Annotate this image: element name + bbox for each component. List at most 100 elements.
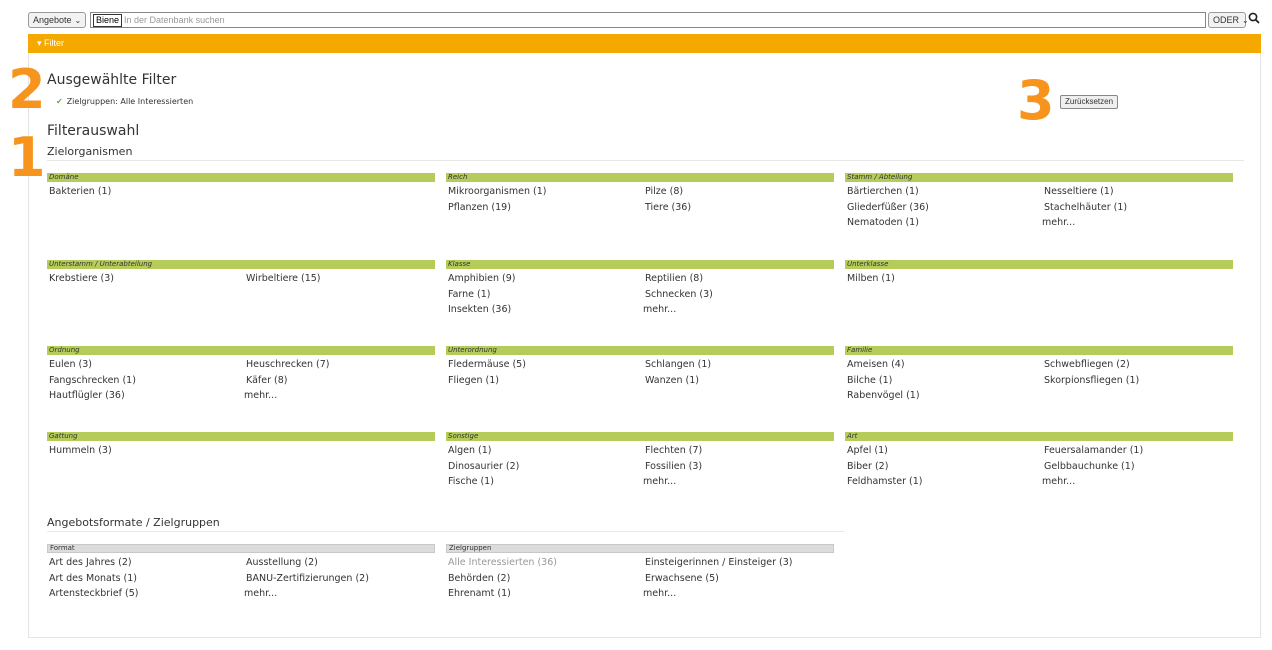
more-link[interactable]: mehr... <box>643 588 676 599</box>
annotation-number-3: 3 <box>1017 69 1055 132</box>
search-placeholder: In der Datenbank suchen <box>124 15 225 25</box>
filter-option[interactable]: Algen (1) <box>448 445 492 456</box>
filter-group-header: Unterordnung <box>446 346 834 355</box>
filter-option[interactable]: Apfel (1) <box>847 445 888 456</box>
filter-toggle-bar[interactable]: ▾ Filter <box>28 34 1261 53</box>
filter-toggle-label: ▾ Filter <box>37 38 65 48</box>
filter-option[interactable]: Feldhamster (1) <box>847 476 922 487</box>
more-link[interactable]: mehr... <box>1042 217 1075 228</box>
filter-group-header: Sonstige <box>446 432 834 441</box>
filter-group-header: Reich <box>446 173 834 182</box>
filter-option[interactable]: Biber (2) <box>847 461 888 472</box>
filter-option[interactable]: Milben (1) <box>847 273 895 284</box>
filter-option[interactable]: Einsteigerinnen / Einsteiger (3) <box>645 557 792 568</box>
filter-option[interactable]: Hummeln (3) <box>49 445 112 456</box>
more-link[interactable]: mehr... <box>643 476 676 487</box>
filter-option[interactable]: Skorpionsfliegen (1) <box>1044 375 1139 386</box>
more-link[interactable]: mehr... <box>244 588 277 599</box>
filter-option[interactable]: Fossilien (3) <box>645 461 702 472</box>
filter-option[interactable]: Fangschrecken (1) <box>49 375 136 386</box>
filter-option[interactable]: Wirbeltiere (15) <box>246 273 321 284</box>
filter-option[interactable]: Insekten (36) <box>448 304 511 315</box>
filter-group-unterstamm: Unterstamm / Unterabteilung Krebstiere (3… <box>47 260 435 284</box>
filter-option[interactable]: Hautflügler (36) <box>49 390 125 401</box>
filter-option[interactable]: Schwebfliegen (2) <box>1044 359 1130 370</box>
filter-option[interactable]: BANU-Zertifizierungen (2) <box>246 573 369 584</box>
filter-group-header: Format <box>47 544 435 553</box>
filter-group-header: Unterstamm / Unterabteilung <box>47 260 435 269</box>
filter-option[interactable]: Fische (1) <box>448 476 494 487</box>
selected-filter-label: Zielgruppen: Alle Interessierten <box>66 97 194 106</box>
filter-option[interactable]: Feuersalamander (1) <box>1044 445 1143 456</box>
filter-option[interactable]: Pilze (8) <box>645 186 683 197</box>
filter-group-klasse: Klasse Amphibien (9) Reptilien (8) Farne (1… <box>446 260 834 315</box>
target-organisms-heading: Zielorganismen <box>47 145 1244 161</box>
filter-option[interactable]: Reptilien (8) <box>645 273 703 284</box>
filter-option[interactable]: Farne (1) <box>448 289 491 300</box>
filter-option[interactable]: Krebstiere (3) <box>49 273 114 284</box>
operator-select-value: ODER <box>1213 15 1240 25</box>
filter-group-header: Ordnung <box>47 346 435 355</box>
filter-option[interactable]: Ausstellung (2) <box>246 557 318 568</box>
filter-group-gattung: Gattung Hummeln (3) <box>47 432 435 456</box>
search-input[interactable]: Biene In der Datenbank suchen <box>90 12 1206 28</box>
filter-option[interactable]: Schlangen (1) <box>645 359 711 370</box>
filter-option[interactable]: Fledermäuse (5) <box>448 359 526 370</box>
scope-select[interactable]: Angebote ⌄ <box>28 12 86 28</box>
check-icon: ✔ <box>56 97 63 106</box>
filter-group-unterordnung: Unterordnung Fledermäuse (5) Schlangen (1)… <box>446 346 834 386</box>
filter-option[interactable]: Stachelhäuter (1) <box>1044 202 1127 213</box>
filter-option[interactable]: Tiere (36) <box>645 202 691 213</box>
filter-selection-title: Filterauswahl <box>47 123 140 139</box>
filter-option[interactable]: Art des Jahres (2) <box>49 557 132 568</box>
filter-option[interactable]: Bärtierchen (1) <box>847 186 919 197</box>
filter-option[interactable]: Art des Monats (1) <box>49 573 137 584</box>
filter-group-sonstige: Sonstige Algen (1) Flechten (7) Dinosaurier… <box>446 432 834 487</box>
filter-option[interactable]: Pflanzen (19) <box>448 202 511 213</box>
selected-filter-item[interactable]: ✔ Zielgruppen: Alle Interessierten <box>56 97 193 106</box>
more-link[interactable]: mehr... <box>643 304 676 315</box>
filter-group-reich: Reich Mikroorganismen (1) Pilze (8) Pflanze… <box>446 173 834 213</box>
filter-option[interactable]: Behörden (2) <box>448 573 510 584</box>
filter-option[interactable]: Artensteckbrief (5) <box>49 588 138 599</box>
filter-option[interactable]: Heuschrecken (7) <box>246 359 329 370</box>
filter-option[interactable]: Eulen (3) <box>49 359 92 370</box>
filter-option[interactable]: Amphibien (9) <box>448 273 515 284</box>
search-icon[interactable] <box>1248 11 1260 25</box>
filter-option[interactable]: Ameisen (4) <box>847 359 905 370</box>
filter-option[interactable]: Alle Interessierten (36) <box>448 557 557 568</box>
reset-button[interactable]: Zurücksetzen <box>1060 95 1119 109</box>
filter-group-header: Familie <box>845 346 1233 355</box>
more-link[interactable]: mehr... <box>1042 476 1075 487</box>
filter-group-header: Zielgruppen <box>446 544 834 553</box>
operator-select[interactable]: ODER ⌄ <box>1208 12 1249 28</box>
filter-option[interactable]: Mikroorganismen (1) <box>448 186 546 197</box>
filter-option[interactable]: Nematoden (1) <box>847 217 919 228</box>
filter-option[interactable]: Flechten (7) <box>645 445 702 456</box>
filter-group-zielgruppen: Zielgruppen Alle Interessierten (36) Einst… <box>446 544 834 599</box>
filter-option[interactable]: Bakterien (1) <box>49 186 111 197</box>
filter-option[interactable]: Erwachsene (5) <box>645 573 719 584</box>
filter-option[interactable]: Bilche (1) <box>847 375 892 386</box>
filter-option[interactable]: Wanzen (1) <box>645 375 699 386</box>
filter-group-stamm: Stamm / Abteilung Bärtierchen (1) Nesselti… <box>845 173 1233 228</box>
more-link[interactable]: mehr... <box>244 390 277 401</box>
filter-option[interactable]: Gliederfüßer (36) <box>847 202 929 213</box>
offer-formats-heading: Angebotsformate / Zielgruppen <box>47 516 844 532</box>
filter-group-header: Art <box>845 432 1233 441</box>
filter-option[interactable]: Käfer (8) <box>246 375 287 386</box>
filter-option[interactable]: Rabenvögel (1) <box>847 390 920 401</box>
filter-group-familie: Familie Ameisen (4) Schwebfliegen (2) Bilch… <box>845 346 1233 401</box>
filter-option[interactable]: Dinosaurier (2) <box>448 461 519 472</box>
annotation-number-2: 2 <box>8 58 46 121</box>
filter-group-header: Gattung <box>47 432 435 441</box>
selected-filters-title: Ausgewählte Filter <box>47 72 177 88</box>
filter-option[interactable]: Fliegen (1) <box>448 375 499 386</box>
filter-option[interactable]: Schnecken (3) <box>645 289 713 300</box>
filter-option[interactable]: Ehrenamt (1) <box>448 588 511 599</box>
filter-group-format: Format Art des Jahres (2) Ausstellung (2) A… <box>47 544 435 599</box>
chevron-down-icon: ⌄ <box>74 16 82 25</box>
filter-option[interactable]: Nesseltiere (1) <box>1044 186 1114 197</box>
filter-option[interactable]: Gelbbauchunke (1) <box>1044 461 1135 472</box>
filter-group-header: Stamm / Abteilung <box>845 173 1233 182</box>
